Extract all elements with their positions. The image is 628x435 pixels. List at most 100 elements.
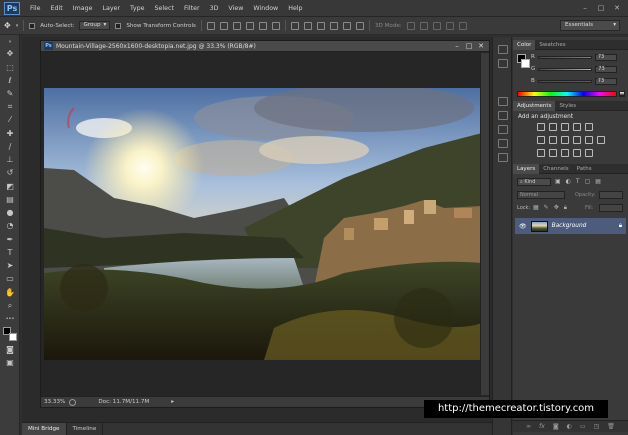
menu-file[interactable]: File bbox=[25, 5, 46, 12]
invert-icon[interactable] bbox=[537, 149, 545, 157]
menu-view[interactable]: View bbox=[223, 5, 248, 12]
brush-presets-panel-icon[interactable] bbox=[498, 111, 508, 120]
gradient-map-icon[interactable] bbox=[573, 149, 581, 157]
tab-styles[interactable]: Styles bbox=[555, 101, 580, 111]
healing-brush-tool-icon[interactable]: ✚ bbox=[5, 129, 15, 138]
clone-stamp-tool-icon[interactable]: ⊥ bbox=[5, 155, 15, 164]
menu-help[interactable]: Help bbox=[283, 5, 307, 12]
3d-scale-icon[interactable] bbox=[458, 21, 467, 30]
doc-minimize-icon[interactable]: – bbox=[453, 42, 461, 50]
history-brush-tool-icon[interactable]: ↺ bbox=[5, 168, 15, 177]
levels-icon[interactable] bbox=[549, 123, 557, 131]
black-white-ramp[interactable] bbox=[619, 91, 625, 97]
blur-tool-icon[interactable]: ● bbox=[5, 208, 15, 217]
layer-filter-kind[interactable]: ⌕ Kind bbox=[517, 178, 551, 186]
lasso-tool-icon[interactable]: ℓ bbox=[5, 76, 15, 85]
trash-icon[interactable]: 🗑︎ bbox=[607, 423, 615, 430]
tab-adjustments[interactable]: Adjustments bbox=[513, 100, 556, 111]
link-layers-icon[interactable]: ∞ bbox=[526, 423, 531, 430]
crop-tool-icon[interactable]: ⌗ bbox=[5, 102, 15, 111]
screen-mode-icon[interactable]: ▣ bbox=[5, 358, 15, 367]
menu-edit[interactable]: Edit bbox=[46, 5, 68, 12]
image-canvas[interactable] bbox=[44, 88, 482, 360]
history-panel-icon[interactable] bbox=[498, 45, 508, 54]
vertical-scrollbar[interactable] bbox=[480, 53, 489, 395]
align-center-icon[interactable] bbox=[258, 21, 267, 30]
shape-filter-icon[interactable]: ▢ bbox=[585, 178, 591, 186]
pixel-filter-icon[interactable]: ▣ bbox=[555, 178, 561, 186]
type-filter-icon[interactable]: T bbox=[576, 178, 580, 186]
channel-mixer-icon[interactable] bbox=[585, 136, 593, 144]
align-bottom-icon[interactable] bbox=[232, 21, 241, 30]
move-tool-icon[interactable]: ✥ bbox=[4, 21, 11, 30]
auto-select-checkbox[interactable] bbox=[29, 22, 36, 29]
pen-tool-icon[interactable]: ✒ bbox=[5, 235, 15, 244]
paragraph-panel-icon[interactable] bbox=[498, 153, 508, 162]
gradient-tool-icon[interactable]: ▤ bbox=[5, 195, 15, 204]
tab-channels[interactable]: Channels bbox=[539, 164, 572, 174]
new-layer-icon[interactable]: ◳ bbox=[594, 423, 600, 430]
more-tools-icon[interactable]: ••• bbox=[5, 314, 15, 323]
3d-pan-icon[interactable] bbox=[432, 21, 441, 30]
background-color-chip[interactable] bbox=[521, 59, 530, 68]
posterize-icon[interactable] bbox=[549, 149, 557, 157]
distribute-left-icon[interactable] bbox=[329, 21, 338, 30]
opacity-field[interactable] bbox=[599, 191, 623, 199]
workspace-dropdown[interactable]: Essentials ▾ bbox=[560, 20, 620, 31]
background-color-swatch[interactable] bbox=[9, 333, 17, 341]
move-tool-icon[interactable]: ✥ bbox=[5, 49, 15, 58]
menu-window[interactable]: Window bbox=[248, 5, 283, 12]
menu-image[interactable]: Image bbox=[68, 5, 98, 12]
lock-transparency-icon[interactable]: ▦ bbox=[533, 204, 539, 212]
status-menu-arrow-icon[interactable]: ▸ bbox=[171, 399, 174, 405]
properties-panel-icon[interactable] bbox=[498, 59, 508, 68]
maximize-icon[interactable]: □ bbox=[596, 4, 606, 13]
3d-rotate-icon[interactable] bbox=[406, 21, 415, 30]
collapse-panel-icon[interactable]: » bbox=[5, 37, 15, 46]
menu-layer[interactable]: Layer bbox=[97, 5, 125, 12]
threshold-icon[interactable] bbox=[561, 149, 569, 157]
red-value[interactable]: 73 bbox=[594, 53, 617, 61]
align-top-icon[interactable] bbox=[206, 21, 215, 30]
tab-paths[interactable]: Paths bbox=[573, 164, 596, 174]
distribute-right-icon[interactable] bbox=[355, 21, 364, 30]
new-group-icon[interactable]: ▭ bbox=[580, 423, 586, 430]
tab-color[interactable]: Color bbox=[513, 39, 536, 50]
blue-value[interactable]: 73 bbox=[594, 77, 617, 85]
menu-filter[interactable]: Filter bbox=[179, 5, 205, 12]
doc-maximize-icon[interactable]: □ bbox=[465, 42, 473, 50]
brush-panel-icon[interactable] bbox=[498, 97, 508, 106]
tab-timeline[interactable]: Timeline bbox=[67, 423, 104, 435]
vibrance-icon[interactable] bbox=[585, 123, 593, 131]
curves-icon[interactable] bbox=[561, 123, 569, 131]
smart-filter-icon[interactable]: ▤ bbox=[595, 178, 601, 186]
color-lookup-icon[interactable] bbox=[597, 136, 605, 144]
menu-3d[interactable]: 3D bbox=[205, 5, 224, 12]
tab-mini-bridge[interactable]: Mini Bridge bbox=[22, 423, 67, 435]
exposure-icon[interactable] bbox=[573, 123, 581, 131]
green-slider[interactable] bbox=[538, 67, 593, 71]
quick-selection-tool-icon[interactable]: ✎ bbox=[5, 89, 15, 98]
lock-position-icon[interactable]: ✥ bbox=[554, 204, 559, 212]
green-value[interactable]: 73 bbox=[595, 65, 618, 73]
color-spectrum-bar[interactable] bbox=[517, 91, 617, 97]
lock-image-icon[interactable]: ✎ bbox=[544, 204, 549, 212]
hue-saturation-icon[interactable] bbox=[537, 136, 545, 144]
type-tool-icon[interactable]: T bbox=[5, 248, 15, 257]
layer-mask-icon[interactable]: ◙ bbox=[553, 423, 559, 430]
brightness-contrast-icon[interactable] bbox=[537, 123, 545, 131]
dodge-tool-icon[interactable]: ◔ bbox=[5, 221, 15, 230]
blue-slider[interactable] bbox=[537, 79, 592, 83]
black-white-icon[interactable] bbox=[561, 136, 569, 144]
path-selection-tool-icon[interactable]: ➤ bbox=[5, 261, 15, 270]
doc-close-icon[interactable]: ✕ bbox=[477, 42, 485, 50]
tool-preset-arrow-icon[interactable]: ▾ bbox=[16, 23, 19, 29]
adjustment-filter-icon[interactable]: ◐ bbox=[566, 178, 571, 186]
lock-all-icon[interactable]: 🔒︎ bbox=[564, 204, 567, 212]
distribute-center-icon[interactable] bbox=[342, 21, 351, 30]
3d-roll-icon[interactable] bbox=[419, 21, 428, 30]
tab-layers[interactable]: Layers bbox=[513, 163, 540, 174]
quick-mask-icon[interactable]: ◙ bbox=[5, 345, 15, 354]
auto-select-dropdown[interactable]: Group ▾ bbox=[79, 21, 111, 30]
red-slider[interactable] bbox=[537, 55, 592, 59]
